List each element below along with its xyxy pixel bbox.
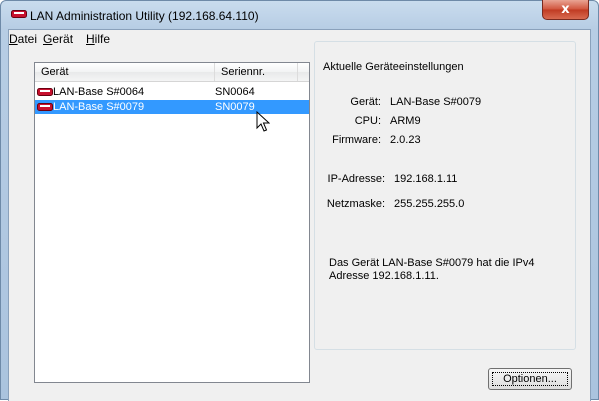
firmware-value: 2.0.23: [390, 134, 421, 146]
menu-geraet[interactable]: Gerät: [43, 32, 73, 46]
list-row-sn0064[interactable]: LAN-Base S#0064 SN0064: [35, 85, 309, 99]
cpu-value: ARM9: [390, 115, 421, 127]
firmware-label: Firmware:: [332, 134, 381, 146]
row-device: LAN-Base S#0079: [53, 101, 145, 113]
column-label: Seriennr.: [221, 66, 266, 78]
column-label: Gerät: [41, 66, 69, 78]
title-bar[interactable]: LAN Administration Utility (192.168.64.1…: [1, 0, 598, 29]
mouse-pointer-icon: [256, 110, 271, 136]
window-title: LAN Administration Utility (192.168.64.1…: [30, 9, 259, 23]
app-window: LAN Administration Utility (192.168.64.1…: [0, 0, 599, 401]
lan-device-icon: [11, 9, 27, 22]
lan-device-icon: [37, 87, 53, 101]
ip-label: IP-Adresse:: [327, 173, 385, 185]
column-header-device[interactable]: Gerät: [35, 63, 215, 81]
focus-rectangle: [492, 372, 568, 386]
status-message: Das Gerät LAN-Base S#0079 hat die IPv4 A…: [329, 257, 535, 282]
settings-group-title: Aktuelle Geräteeinstellungen: [321, 61, 466, 73]
netmask-label: Netzmaske:: [326, 198, 385, 210]
device-label: Gerät:: [350, 96, 381, 108]
row-serial: SN0079: [215, 101, 255, 113]
settings-groupbox: [314, 41, 576, 350]
row-serial: SN0064: [215, 86, 255, 98]
close-icon: x: [561, 2, 570, 17]
netmask-value: 255.255.255.0: [394, 198, 465, 210]
close-button[interactable]: x: [542, 0, 589, 20]
list-header: Gerät Seriennr.: [35, 63, 309, 82]
lan-device-icon: [37, 102, 53, 116]
ip-value: 192.168.1.11: [394, 173, 458, 185]
options-button[interactable]: Optionen...: [488, 368, 572, 390]
menu-datei[interactable]: Datei: [9, 32, 37, 46]
menu-hilfe[interactable]: Hilfe: [86, 32, 110, 46]
column-header-serial[interactable]: Seriennr.: [215, 63, 298, 81]
row-device: LAN-Base S#0064: [53, 86, 145, 98]
device-value: LAN-Base S#0079: [390, 96, 482, 108]
cpu-label: CPU:: [354, 115, 381, 127]
